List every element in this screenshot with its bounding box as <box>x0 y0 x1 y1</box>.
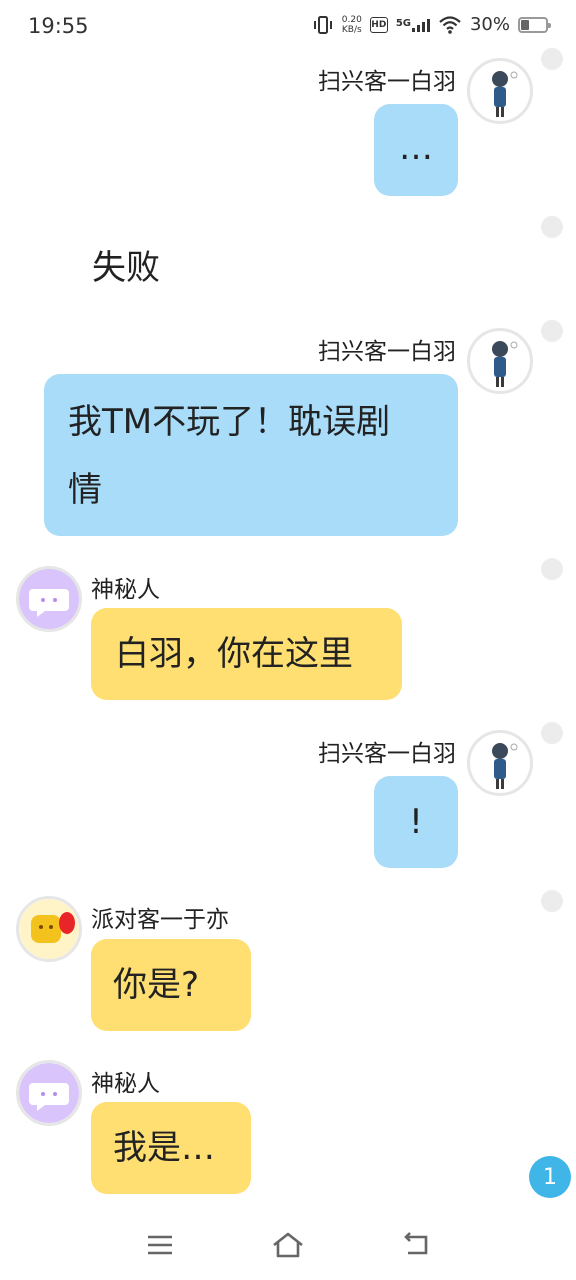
speaker-name: 扫兴客一白羽 <box>318 339 456 365</box>
navigation-bar <box>0 1210 576 1280</box>
menu-button[interactable] <box>140 1228 180 1262</box>
unread-count-badge[interactable]: 1 <box>529 1156 571 1198</box>
avatar[interactable] <box>467 58 533 124</box>
back-button[interactable] <box>396 1228 436 1262</box>
speaker-name: 神秘人 <box>91 577 160 603</box>
menu-icon <box>148 1235 172 1255</box>
chat-bubble-avatar-icon <box>19 1063 79 1123</box>
chat-bubble-avatar-icon <box>19 569 79 629</box>
vibrate-icon <box>313 15 332 34</box>
avatar[interactable] <box>16 896 82 962</box>
speaker-name: 派对客一于亦 <box>91 907 229 933</box>
avatar[interactable] <box>467 730 533 796</box>
network-speed: 0.20 KB/s <box>342 15 362 35</box>
more-options-dot[interactable] <box>541 558 563 580</box>
more-options-dot[interactable] <box>541 890 563 912</box>
message-bubble[interactable]: … <box>374 104 458 196</box>
speaker-name: 神秘人 <box>91 1071 160 1097</box>
network-type-label: 5G <box>395 17 411 29</box>
speaker-name: 扫兴客一白羽 <box>318 741 456 767</box>
character-avatar-icon <box>492 743 518 789</box>
more-options-dot[interactable] <box>541 48 563 70</box>
signal-bars-icon <box>411 18 430 32</box>
character-avatar-icon <box>492 341 518 387</box>
party-character-avatar-icon <box>19 899 79 959</box>
hd-badge: HD <box>369 16 388 33</box>
avatar[interactable] <box>16 1060 82 1126</box>
message-bubble[interactable]: 白羽，你在这里 <box>91 608 402 700</box>
status-bar: 19:55 0.20 KB/s HD 5G 30% <box>0 0 576 58</box>
battery-icon <box>518 16 551 33</box>
home-icon <box>273 1232 303 1258</box>
character-avatar-icon <box>492 71 518 117</box>
status-icons: 0.20 KB/s HD 5G 30% <box>312 14 551 35</box>
message-bubble[interactable]: 我TM不玩了！耽误剧 情 <box>44 374 458 536</box>
more-options-dot[interactable] <box>541 216 563 238</box>
avatar[interactable] <box>467 328 533 394</box>
signal-5g: 5G <box>396 18 430 32</box>
more-options-dot[interactable] <box>541 320 563 342</box>
status-time: 19:55 <box>28 14 89 38</box>
message-bubble[interactable]: ! <box>374 776 458 868</box>
network-speed-unit: KB/s <box>341 24 362 35</box>
message-text-line: 我TM不玩了！耽误剧 <box>68 402 391 442</box>
narration-text: 失败 <box>92 248 160 288</box>
message-bubble[interactable]: 你是? <box>91 939 251 1031</box>
battery-percent: 30% <box>469 14 510 35</box>
network-speed-value: 0.20 <box>341 14 362 25</box>
wifi-icon <box>439 15 461 34</box>
avatar[interactable] <box>16 566 82 632</box>
home-button[interactable] <box>268 1228 308 1262</box>
back-icon <box>404 1232 428 1255</box>
message-bubble[interactable]: 我是… <box>91 1102 251 1194</box>
speaker-name: 扫兴客一白羽 <box>318 69 456 95</box>
more-options-dot[interactable] <box>541 722 563 744</box>
message-text-line: 情 <box>68 470 102 510</box>
